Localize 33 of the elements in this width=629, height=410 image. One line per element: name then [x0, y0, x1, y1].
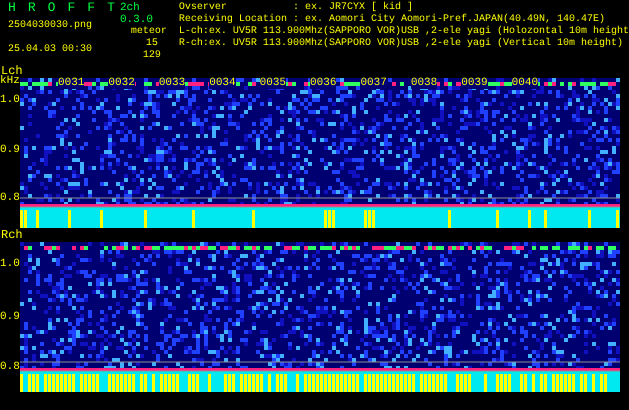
title-letter: F [87, 2, 96, 14]
title-letter: O [48, 2, 56, 14]
title-letter: H [8, 2, 16, 14]
time-label: 0036 [310, 78, 336, 89]
meteor-count: 15 [144, 38, 158, 50]
info-line: Receiving Location : ex. Aomori City Aomori-Pref.JAPAN(40.49N, 140.47E) [178, 14, 606, 26]
meteor-label: meteor [130, 26, 167, 38]
channel-label: Rch [0, 228, 24, 242]
time-label: 0032 [108, 78, 135, 89]
axis-tick-label: 0.8 [0, 192, 20, 204]
meteor-count: 129 [142, 50, 161, 62]
axis-tick-label: 1.0 [0, 94, 20, 106]
time-label: 0033 [158, 78, 186, 89]
info-line: R-ch:ex. UV5R 113.900Mhz(SAPPORO VOR)USB ,2-ele yagi (Vertical 10m height) [178, 38, 624, 50]
time-label: 0037 [360, 78, 387, 89]
axis-tick-label: 1.0 [0, 258, 20, 270]
axis-tick-label: 0.8 [0, 361, 20, 373]
time-label: 0040 [512, 78, 538, 89]
title-letter: F [67, 2, 76, 14]
time-label: 0039 [461, 78, 488, 89]
time-label: 0034 [209, 78, 236, 89]
time-label: 0035 [260, 78, 286, 89]
axis-tick-label: 0.9 [0, 311, 20, 323]
datetime-text: 25.04.03 00:30 [8, 44, 94, 56]
version-text: 2ch 0.3.0 [120, 2, 154, 26]
axis-tick-label: 0.9 [0, 144, 20, 156]
title-letter: T [107, 2, 115, 14]
time-label: 0031 [58, 78, 84, 89]
info-line: Ovserver : ex. JR7CYX [ kid ] [178, 2, 414, 14]
filename-text: 2504030030.png [8, 20, 94, 32]
time-label: 0038 [410, 78, 438, 89]
title-letter: R [28, 2, 36, 14]
info-line: L-ch:ex. UV5R 113.900Mhz(SAPPORO VOR)USB ,2-ele yagi (Holozontal 10m height [178, 26, 629, 38]
